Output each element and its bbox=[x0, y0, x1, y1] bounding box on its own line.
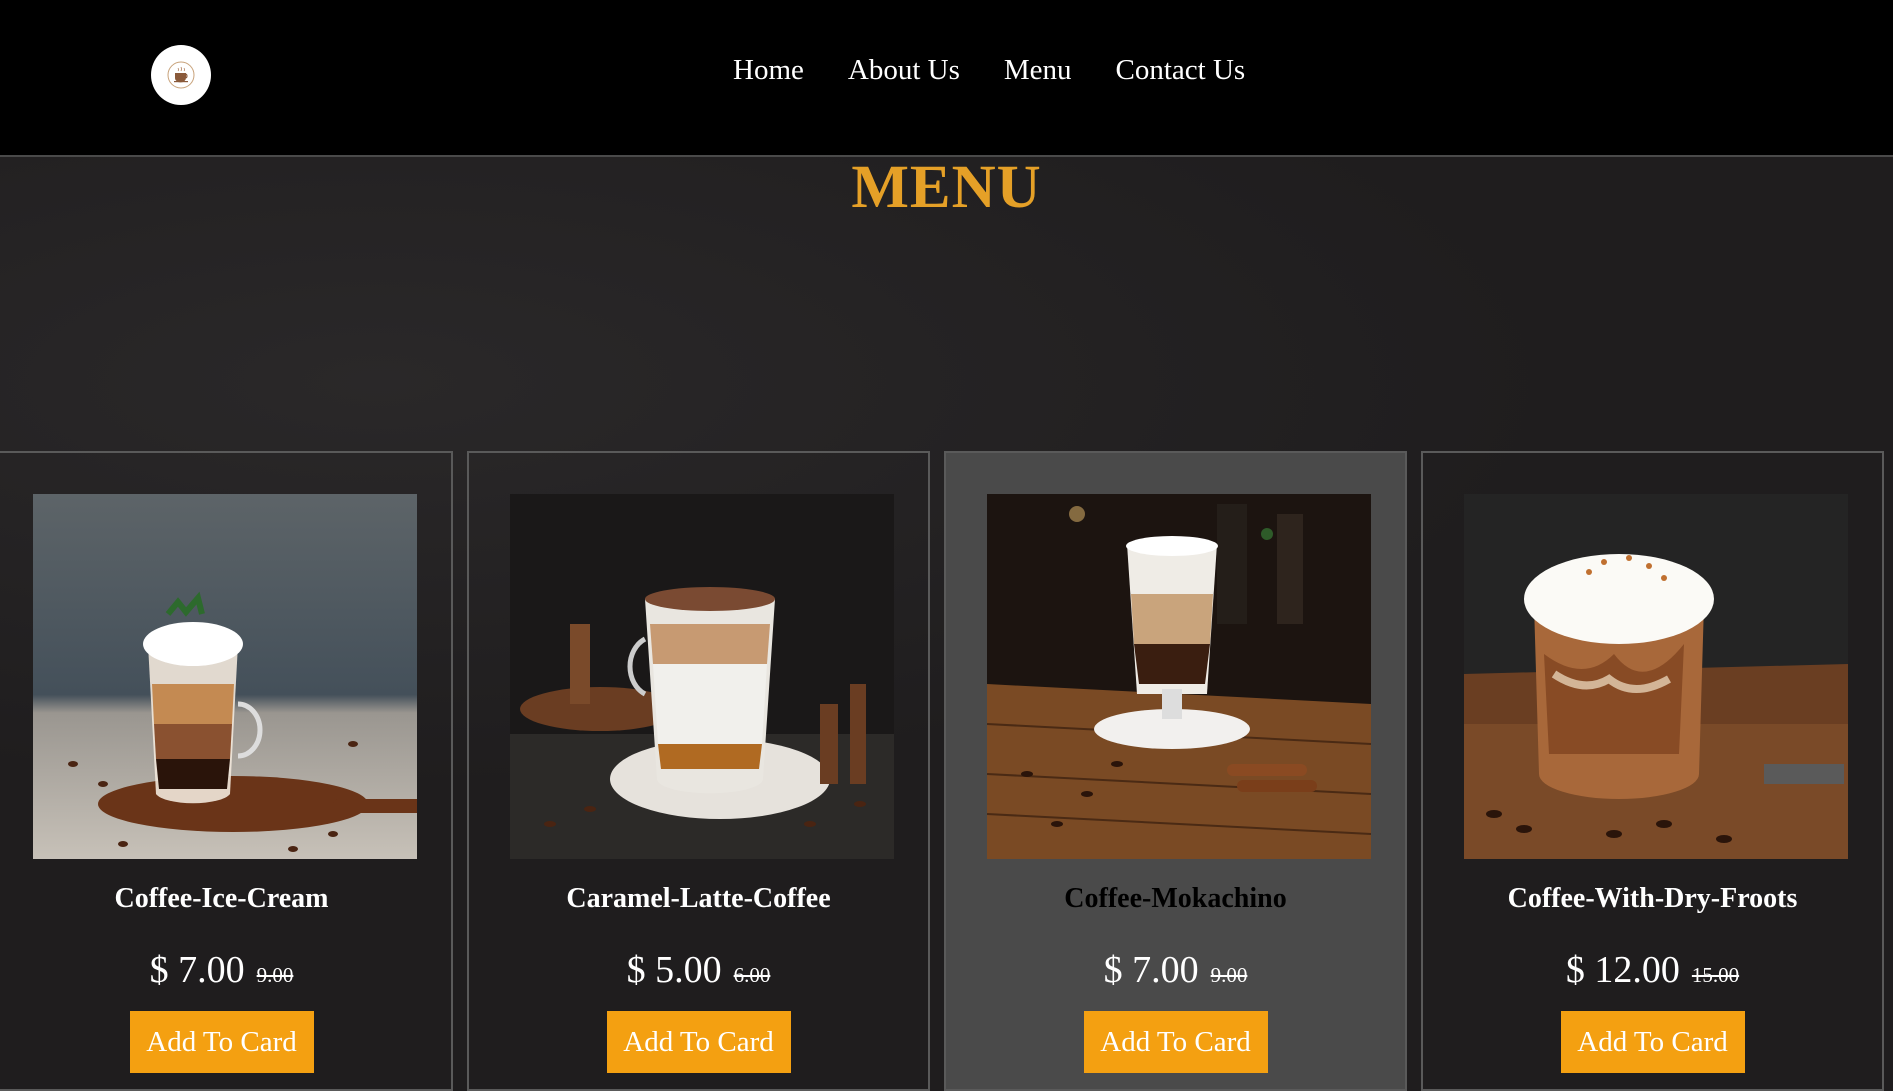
current-price: $ 12.00 bbox=[1565, 949, 1680, 991]
product-list: Coffee-Ice-Cream $ 7.00 9.00 Add To Card bbox=[0, 451, 1893, 1091]
product-name: Caramel-Latte-Coffee bbox=[566, 883, 831, 914]
current-price: $ 7.00 bbox=[1103, 949, 1199, 991]
add-to-card-button[interactable]: Add To Card bbox=[1560, 1011, 1745, 1073]
product-image bbox=[33, 494, 417, 859]
product-card[interactable]: Coffee-Ice-Cream $ 7.00 9.00 Add To Card bbox=[0, 451, 453, 1091]
page-title: MENU bbox=[851, 154, 1042, 221]
site-header: Home About Us Menu Contact Us bbox=[0, 0, 1893, 157]
product-card[interactable]: Coffee-With-Dry-Froots $ 12.00 15.00 Add … bbox=[1421, 451, 1884, 1091]
product-price: $ 5.00 6.00 bbox=[469, 951, 928, 989]
current-price: $ 5.00 bbox=[626, 949, 722, 991]
nav-about-us[interactable]: About Us bbox=[848, 56, 960, 85]
product-image bbox=[510, 494, 894, 859]
product-card[interactable]: Coffee-Mokachino $ 7.00 9.00 Add To Card bbox=[944, 451, 1407, 1091]
main-nav: Home About Us Menu Contact Us bbox=[733, 56, 1245, 85]
product-price: $ 7.00 9.00 bbox=[946, 951, 1405, 989]
product-price: $ 7.00 9.00 bbox=[0, 951, 451, 989]
product-name: Coffee-Mokachino bbox=[1064, 883, 1287, 914]
product-image bbox=[1464, 494, 1848, 859]
old-price: 9.00 bbox=[1210, 963, 1248, 987]
add-to-card-button[interactable]: Add To Card bbox=[129, 1011, 314, 1073]
old-price: 15.00 bbox=[1691, 963, 1740, 987]
product-card[interactable]: Caramel-Latte-Coffee $ 5.00 6.00 Add To C… bbox=[467, 451, 930, 1091]
add-to-card-button[interactable]: Add To Card bbox=[606, 1011, 791, 1073]
logo[interactable] bbox=[151, 45, 211, 105]
add-to-card-button[interactable]: Add To Card bbox=[1083, 1011, 1268, 1073]
coffee-cup-icon bbox=[167, 61, 195, 89]
current-price: $ 7.00 bbox=[149, 949, 245, 991]
nav-contact-us[interactable]: Contact Us bbox=[1116, 56, 1246, 85]
old-price: 6.00 bbox=[733, 963, 771, 987]
product-image bbox=[987, 494, 1371, 859]
nav-home[interactable]: Home bbox=[733, 56, 804, 85]
menu-section: MENU Coffee-Ice-Cream $ 7.00 9.00 Add To… bbox=[0, 154, 1893, 1091]
product-name: Coffee-With-Dry-Froots bbox=[1507, 883, 1798, 914]
old-price: 9.00 bbox=[256, 963, 294, 987]
product-name: Coffee-Ice-Cream bbox=[114, 883, 329, 914]
nav-menu[interactable]: Menu bbox=[1004, 56, 1072, 85]
product-price: $ 12.00 15.00 bbox=[1423, 951, 1882, 989]
